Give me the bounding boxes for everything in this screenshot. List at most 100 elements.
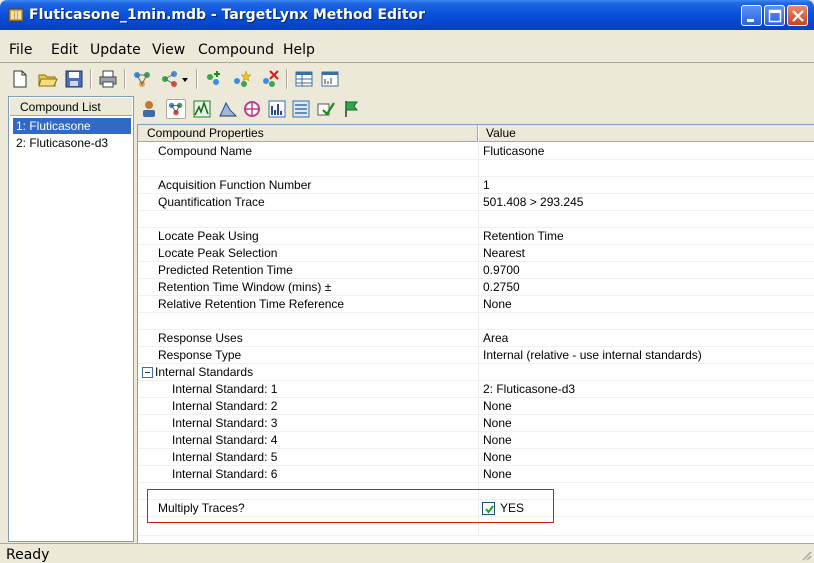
property-value[interactable]: 501.408 > 293.245 <box>483 195 583 209</box>
target-icon[interactable] <box>242 99 262 119</box>
property-row[interactable]: Relative Retention Time Reference None <box>138 296 814 313</box>
new-file-icon[interactable] <box>10 69 30 89</box>
check-icon[interactable] <box>316 99 336 119</box>
property-value[interactable]: None <box>483 297 512 311</box>
property-row[interactable]: Response Type Internal (relative - use in… <box>138 347 814 364</box>
close-icon <box>792 10 804 22</box>
property-row[interactable]: Internal Standard: 3 None <box>138 415 814 432</box>
menu-view[interactable]: View <box>152 42 185 58</box>
maximize-button[interactable] <box>764 5 785 26</box>
collapse-icon[interactable] <box>142 367 153 378</box>
property-value[interactable]: Nearest <box>483 246 525 260</box>
property-name: Retention Time Window (mins) ± <box>158 280 332 294</box>
highlight-annotation <box>147 489 554 523</box>
close-button[interactable] <box>787 5 808 26</box>
property-name: Compound Name <box>158 144 253 158</box>
toolbar-separator <box>90 69 92 89</box>
property-row[interactable]: Quantification Trace 501.408 > 293.245 <box>138 194 814 211</box>
property-value[interactable]: 0.2750 <box>483 280 520 294</box>
compound-list-panel: Compound List 1: Fluticasone 2: Fluticas… <box>8 96 134 542</box>
menu-help[interactable]: Help <box>283 42 315 58</box>
print-icon[interactable] <box>98 69 118 89</box>
menu-update[interactable]: Update <box>90 42 141 58</box>
app-window: Fluticasone_1min.mdb - TargetLynx Method… <box>0 0 814 563</box>
property-name: Internal Standard: 4 <box>172 433 278 447</box>
table-view-icon[interactable] <box>294 69 314 89</box>
menu-file[interactable]: File <box>9 42 32 58</box>
property-value[interactable]: Fluticasone <box>483 144 544 158</box>
property-group-name: Internal Standards <box>155 365 254 379</box>
property-row[interactable]: Compound Name Fluticasone <box>138 143 814 160</box>
property-value[interactable]: Retention Time <box>483 229 564 243</box>
delete-compound-icon[interactable] <box>260 69 280 89</box>
status-bar: Ready <box>0 543 814 563</box>
property-value[interactable]: None <box>483 399 512 413</box>
property-row[interactable]: Response Uses Area <box>138 330 814 347</box>
compound-person-icon[interactable] <box>139 99 159 119</box>
compound-list-item[interactable]: 1: Fluticasone <box>13 118 131 134</box>
property-name: Acquisition Function Number <box>158 178 312 192</box>
maximize-icon <box>768 9 782 23</box>
compound-list-header[interactable]: Compound List <box>10 98 132 116</box>
property-row[interactable]: Internal Standard: 1 2: Fluticasone-d3 <box>138 381 814 398</box>
resize-grip-icon[interactable] <box>800 549 812 561</box>
property-row[interactable]: Internal Standard: 6 None <box>138 466 814 483</box>
property-row[interactable]: Locate Peak Selection Nearest <box>138 245 814 262</box>
property-row[interactable]: Retention Time Window (mins) ± 0.2750 <box>138 279 814 296</box>
property-row[interactable]: Acquisition Function Number 1 <box>138 177 814 194</box>
property-value[interactable]: Area <box>483 331 508 345</box>
property-row[interactable]: Internal Standard: 4 None <box>138 432 814 449</box>
open-folder-icon[interactable] <box>38 69 58 89</box>
property-group-row[interactable]: Internal Standards <box>138 364 814 381</box>
column-divider[interactable] <box>477 125 479 142</box>
property-name: Locate Peak Using <box>158 229 259 243</box>
minimize-button[interactable] <box>741 5 762 26</box>
compound-properties-icon <box>168 102 183 116</box>
chart-view-icon[interactable] <box>320 69 340 89</box>
property-value[interactable]: None <box>483 416 512 430</box>
column-header-property[interactable]: Compound Properties <box>147 126 264 140</box>
property-name: Locate Peak Selection <box>158 246 278 260</box>
save-icon[interactable] <box>64 69 84 89</box>
menu-edit[interactable]: Edit <box>51 42 78 58</box>
property-name: Response Uses <box>158 331 243 345</box>
property-value[interactable]: None <box>483 433 512 447</box>
chromatogram-icon[interactable] <box>192 99 212 119</box>
property-name: Internal Standard: 1 <box>172 382 278 396</box>
chevron-down-icon[interactable] <box>180 69 190 89</box>
property-value[interactable]: 2: Fluticasone-d3 <box>483 382 575 396</box>
peak-icon[interactable] <box>218 99 238 119</box>
compound-properties-tab[interactable] <box>166 99 186 119</box>
compound-list-item[interactable]: 2: Fluticasone-d3 <box>13 135 131 151</box>
property-name: Internal Standard: 5 <box>172 450 278 464</box>
calibration-icon[interactable] <box>291 99 311 119</box>
property-value[interactable]: 0.9700 <box>483 263 520 277</box>
property-page-toolbar <box>136 96 814 122</box>
add-compound-icon[interactable] <box>204 69 224 89</box>
app-icon <box>8 8 24 22</box>
property-value[interactable]: 1 <box>483 178 490 192</box>
menu-separator <box>0 62 814 63</box>
property-value[interactable]: None <box>483 450 512 464</box>
property-row[interactable]: Internal Standard: 2 None <box>138 398 814 415</box>
title-bar[interactable]: Fluticasone_1min.mdb - TargetLynx Method… <box>0 0 814 30</box>
property-row[interactable]: Internal Standard: 5 None <box>138 449 814 466</box>
property-row[interactable]: Predicted Retention Time 0.9700 <box>138 262 814 279</box>
main-toolbar <box>0 66 814 92</box>
window-title: Fluticasone_1min.mdb - TargetLynx Method… <box>29 7 426 23</box>
property-row <box>138 211 814 228</box>
flag-icon[interactable] <box>341 99 361 119</box>
property-value[interactable]: Internal (relative - use internal standa… <box>483 348 702 362</box>
property-row <box>138 160 814 177</box>
menu-compound[interactable]: Compound <box>198 42 274 58</box>
grid-header: Compound Properties Value <box>138 125 814 142</box>
molecule-icon[interactable] <box>132 69 152 89</box>
property-row[interactable]: Locate Peak Using Retention Time <box>138 228 814 245</box>
column-header-value[interactable]: Value <box>486 126 516 140</box>
toolbar-separator <box>286 69 288 89</box>
property-value[interactable]: None <box>483 467 512 481</box>
spectrum-icon[interactable] <box>267 99 287 119</box>
molecule-dropdown-icon[interactable] <box>160 69 180 89</box>
compound-star-icon[interactable] <box>232 69 252 89</box>
property-name: Internal Standard: 2 <box>172 399 278 413</box>
